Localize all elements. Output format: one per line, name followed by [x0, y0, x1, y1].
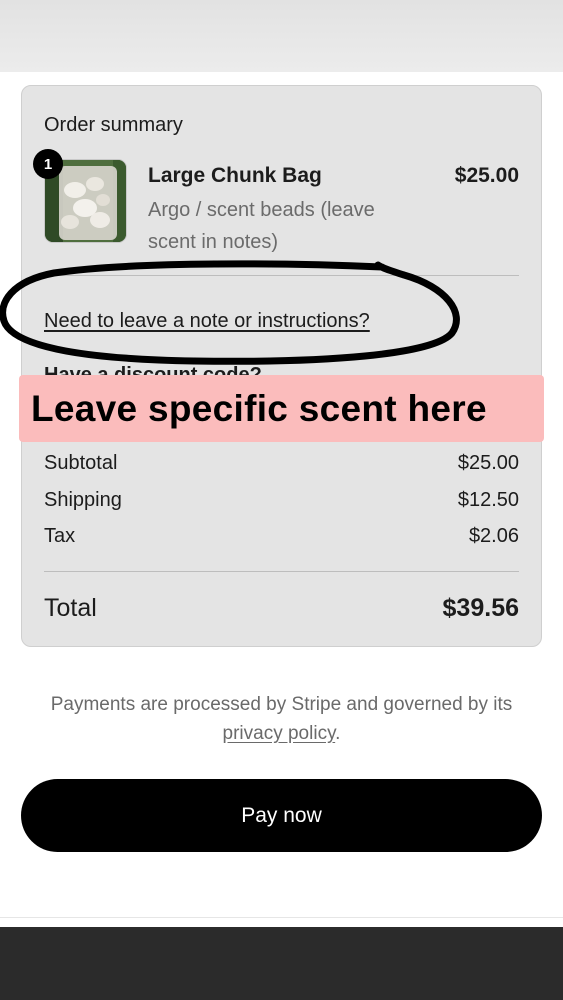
scent-annotation-banner: Leave specific scent here — [19, 375, 544, 442]
note-instructions-link[interactable]: Need to leave a note or instructions? — [44, 310, 370, 333]
order-summary-card: Order summary 1 Large Chunk Bag Argo / s… — [21, 85, 542, 647]
bottom-system-bar — [0, 927, 563, 1000]
payment-processor-note: Payments are processed by Stripe and gov… — [20, 690, 543, 748]
order-summary-title: Order summary — [44, 114, 183, 136]
subtotal-row: Subtotal $25.00 — [44, 452, 519, 475]
subtotal-value: $25.00 — [457, 452, 519, 474]
shipping-value: $12.50 — [457, 489, 519, 511]
product-name: Large Chunk Bag — [148, 164, 322, 187]
total-row: Total $39.56 — [44, 594, 519, 623]
payment-note-text: Payments are processed by Stripe and gov… — [50, 694, 513, 715]
product-variant: Argo / scent beads (leave scent in notes… — [148, 199, 375, 253]
tax-row: Tax $2.06 — [44, 525, 519, 548]
privacy-policy-link[interactable]: privacy policy — [223, 723, 336, 744]
pay-now-button[interactable]: Pay now — [21, 779, 542, 852]
subtotal-label: Subtotal — [44, 452, 118, 474]
tax-label: Tax — [44, 525, 76, 547]
tax-value: $2.06 — [468, 525, 519, 547]
total-label: Total — [44, 594, 97, 622]
product-price: $25.00 — [454, 164, 519, 187]
total-value: $39.56 — [442, 594, 519, 622]
shipping-label: Shipping — [44, 489, 122, 511]
quantity-badge: 1 — [33, 149, 63, 179]
divider — [44, 275, 519, 276]
top-header-bar — [0, 0, 563, 72]
divider — [44, 571, 519, 572]
payment-note-suffix: . — [335, 723, 341, 744]
footer-divider — [0, 917, 563, 918]
shipping-row: Shipping $12.50 — [44, 489, 519, 512]
